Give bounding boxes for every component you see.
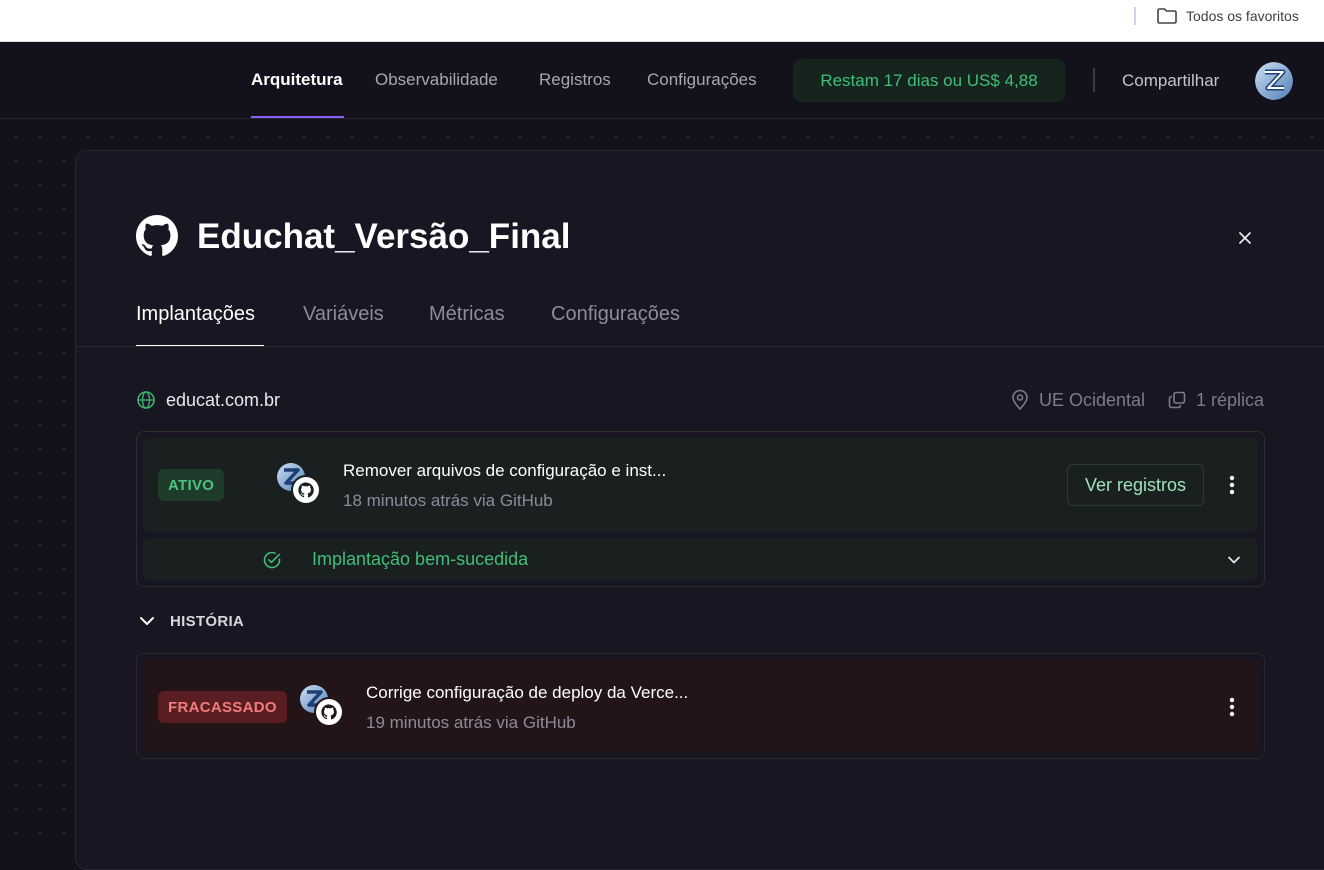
domain-link[interactable]: educat.com.br [166, 390, 280, 411]
status-badge: FRACASSADO [158, 691, 287, 723]
tab-metrics[interactable]: Métricas [429, 303, 505, 326]
replica-info: 1 réplica [1167, 389, 1264, 411]
tab-deployments[interactable]: Implantações [136, 303, 255, 326]
deployment-summary: FRACASSADO Corrige configuração de deplo… [143, 660, 1258, 752]
tab-variables[interactable]: Variáveis [303, 303, 384, 326]
map-pin-icon [1012, 389, 1028, 411]
commit-author-avatar [277, 463, 321, 505]
globe-icon [137, 391, 155, 409]
trial-status-button[interactable]: Restam 17 dias ou US$ 4,88 [793, 59, 1065, 102]
user-avatar[interactable] [1255, 62, 1293, 100]
commit-message[interactable]: Corrige configuração de deploy da Verce.… [366, 683, 688, 703]
more-options-icon[interactable] [1222, 695, 1242, 719]
active-deployment-card[interactable]: ATIVO Remover arquivos de configuração e… [136, 431, 1265, 587]
history-toggle[interactable]: HISTÓRIA [136, 607, 244, 635]
deployment-result-text: Implantação bem-sucedida [312, 549, 529, 569]
check-circle-icon [263, 551, 281, 569]
all-bookmarks-button[interactable]: Todos os favoritos [1156, 6, 1299, 26]
header-divider [1093, 68, 1095, 92]
tab-settings[interactable]: Configurações [551, 303, 680, 326]
more-options-icon[interactable] [1222, 473, 1242, 497]
avatar-z-icon [1255, 62, 1293, 100]
nav-tab-observability[interactable]: Observabilidade [375, 70, 498, 90]
failed-deployment-card[interactable]: FRACASSADO Corrige configuração de deplo… [136, 653, 1265, 759]
status-badge: ATIVO [158, 469, 225, 501]
deployment-summary: ATIVO Remover arquivos de configuração e… [143, 438, 1258, 532]
commit-meta: 18 minutos atrás via GitHub [343, 491, 553, 510]
region-info: UE Ocidental [1010, 389, 1145, 411]
service-panel: Educhat_Versão_Final Implantações Variáv… [75, 150, 1324, 870]
view-logs-button[interactable]: Ver registros [1067, 464, 1204, 506]
nav-tab-architecture[interactable]: Arquitetura [251, 70, 343, 90]
replicas-icon [1168, 391, 1186, 409]
commit-message[interactable]: Remover arquivos de configuração e inst.… [343, 461, 666, 481]
tabs-divider [76, 346, 1324, 347]
chevron-down-icon [140, 617, 154, 625]
github-icon [136, 215, 178, 256]
nav-tab-settings[interactable]: Configurações [647, 70, 757, 90]
nav-tab-logs[interactable]: Registros [539, 70, 611, 90]
close-icon[interactable] [1234, 227, 1256, 249]
app-header: Arquitetura Observabilidade Registros Co… [0, 42, 1324, 119]
domain-row: educat.com.br [136, 389, 280, 411]
history-label: HISTÓRIA [170, 612, 245, 630]
all-bookmarks-label: Todos os favoritos [1186, 8, 1299, 24]
region-label: UE Ocidental [1039, 389, 1146, 410]
active-nav-indicator [251, 116, 344, 118]
chevron-down-icon [1228, 556, 1240, 564]
bookmarks-divider [1134, 7, 1136, 25]
commit-author-avatar [300, 685, 344, 727]
replica-label: 1 réplica [1196, 389, 1265, 410]
deployment-result-toggle[interactable]: Implantação bem-sucedida [143, 538, 1258, 580]
folder-icon [1157, 8, 1177, 24]
bookmarks-bar: Todos os favoritos [0, 0, 1324, 42]
commit-meta: 19 minutos atrás via GitHub [366, 713, 576, 732]
service-title: Educhat_Versão_Final [197, 217, 571, 256]
share-button[interactable]: Compartilhar [1122, 71, 1219, 91]
